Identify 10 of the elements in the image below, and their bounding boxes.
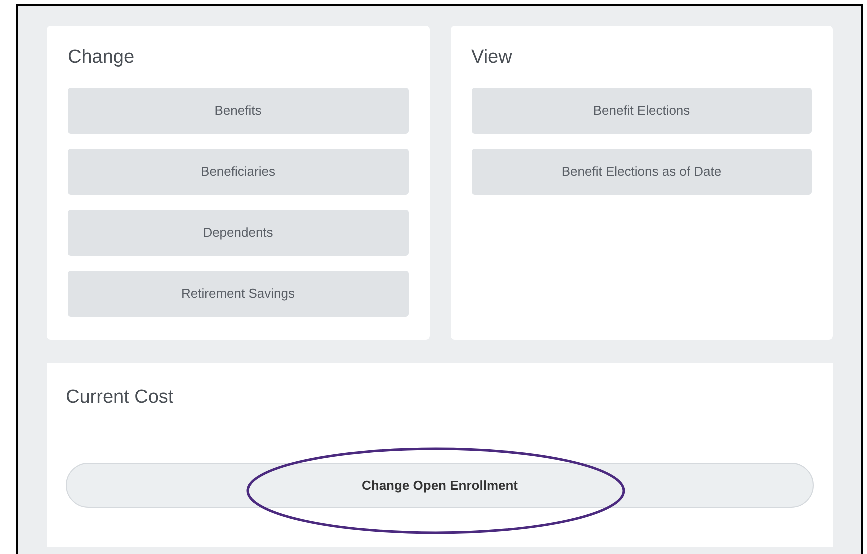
action-button[interactable]: Retirement Savings — [68, 271, 408, 317]
action-button[interactable]: Beneficiaries — [68, 149, 408, 195]
enrollment-button[interactable]: Change Open Enrollment — [66, 463, 814, 508]
card-title: Change — [68, 46, 136, 70]
action-button[interactable]: Benefit Elections as of Date — [472, 149, 812, 195]
card-title: View — [472, 46, 514, 70]
action-button[interactable]: Benefits — [68, 88, 408, 134]
action-button[interactable]: Benefit Elections — [472, 88, 812, 134]
action-button[interactable]: Dependents — [68, 210, 408, 256]
card-title: Current Cost — [66, 386, 175, 410]
